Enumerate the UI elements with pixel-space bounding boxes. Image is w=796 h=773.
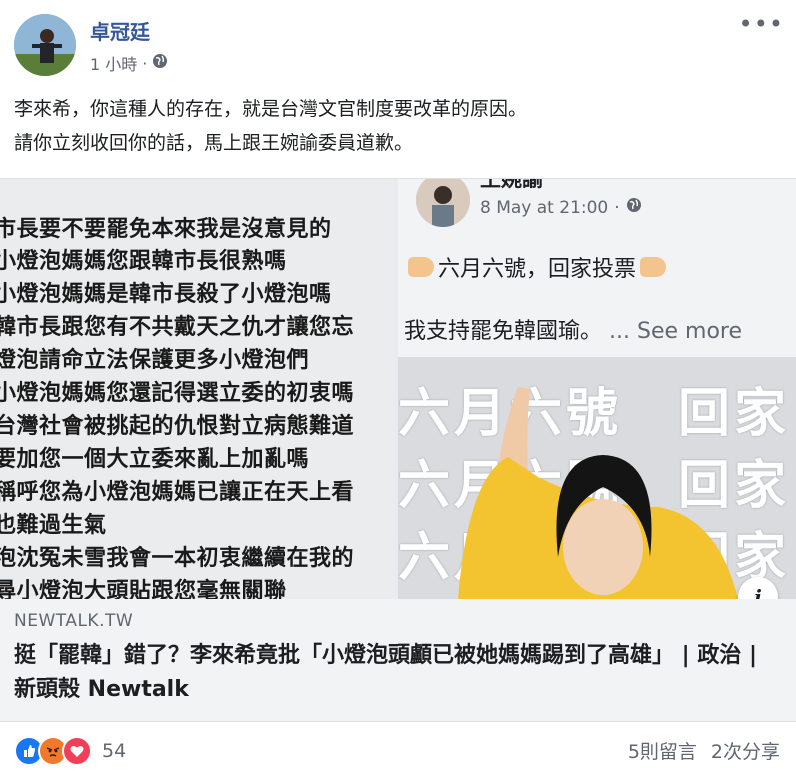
link-caption[interactable]: NEWTALK.TW 挺「罷韓」錯了？李來希竟批「小燈泡頭顱已被她媽媽踢到了高雄… xyxy=(0,599,796,722)
post-line-2: 請你立刻收回你的話，馬上跟王婉諭委員道歉。 xyxy=(14,132,414,154)
screenshot-line: 尋小燈泡大頭貼跟您毫無關聯 xyxy=(0,579,287,599)
screenshot-line: 也難過生氣 xyxy=(0,513,107,538)
globe-icon[interactable] xyxy=(152,53,168,73)
preview-image[interactable]: 市長要不要罷免本來我是沒意見的 小燈泡媽媽您跟韓市長很熟嗎 小燈泡媽媽是韓市長殺… xyxy=(0,179,796,599)
reaction-count[interactable]: 54 xyxy=(102,740,126,762)
embedded-text: 六月六號，回家投票 xyxy=(438,257,637,282)
screenshot-line: 稱呼您為小燈泡媽媽已讓正在天上看 xyxy=(0,480,355,505)
screenshot-line: 小燈泡媽媽是韓市長殺了小燈泡嗎 xyxy=(0,282,332,307)
engagement-stats: 5則留言 2次分享 xyxy=(628,737,780,764)
post-header: 卓冠廷 1 小時 · ••• xyxy=(0,0,796,90)
more-options-button[interactable]: ••• xyxy=(739,10,784,38)
screenshot-line: 泡沈冤未雪我會一本初衷繼續在我的 xyxy=(0,546,355,571)
post-timestamp[interactable]: 1 小時 xyxy=(90,51,137,75)
pointing-hand-icon xyxy=(408,257,434,277)
screenshot-line: 要加您一個大立委來亂上加亂嗎 xyxy=(0,447,310,472)
comment-screenshot: 市長要不要罷免本來我是沒意見的 小燈泡媽媽您跟韓市長很熟嗎 小燈泡媽媽是韓市長殺… xyxy=(0,179,394,599)
love-reaction-icon xyxy=(62,736,92,766)
campaign-photo: 六月六號 回家 六月六號 回家 六月六號 回家 xyxy=(398,357,796,599)
see-more-link: ... See more xyxy=(609,319,743,344)
link-headline[interactable]: 挺「罷韓」錯了？李來希竟批「小燈泡頭顱已被她媽媽踢到了高雄」 | 政治 | 新頭… xyxy=(14,639,774,707)
author-name[interactable]: 卓冠廷 xyxy=(90,16,150,45)
embedded-avatar xyxy=(416,179,470,227)
embedded-time-text: 8 May at 21:00 xyxy=(480,197,609,218)
pointing-hand-icon xyxy=(640,257,667,277)
embedded-author-name: 王婉諭 xyxy=(480,179,543,191)
globe-icon xyxy=(626,197,642,218)
person-figure xyxy=(458,387,738,599)
post-body: 李來希，你這種人的存在，就是台灣文官制度要改革的原因。 請你立刻收回你的話，馬上… xyxy=(14,92,784,160)
reactions-summary[interactable]: 54 xyxy=(14,736,126,766)
screenshot-line: 小燈泡媽媽您還記得選立委的初衷嗎 xyxy=(0,381,355,406)
screenshot-line: 市長要不要罷免本來我是沒意見的 xyxy=(0,217,332,242)
embedded-timestamp: 8 May at 21:00 · xyxy=(480,197,642,218)
post-footer: 54 5則留言 2次分享 xyxy=(0,722,796,773)
screenshot-line: 燈泡請命立法保護更多小燈泡們 xyxy=(0,348,310,373)
embedded-text-line-2: 我支持罷免韓國瑜。 ... See more xyxy=(404,313,742,345)
separator-dot: · xyxy=(614,197,620,218)
screenshot-line: 韓市長跟您有不共戴天之仇才讓您忘 xyxy=(0,315,355,340)
screenshot-line: 台灣社會被挑起的仇恨對立病態難道 xyxy=(0,414,355,439)
screenshot-line: 小燈泡媽媽您跟韓市長很熟嗎 xyxy=(0,249,287,274)
link-preview-card[interactable]: 市長要不要罷免本來我是沒意見的 小燈泡媽媽您跟韓市長很熟嗎 小燈泡媽媽是韓市長殺… xyxy=(0,178,796,722)
link-domain: NEWTALK.TW xyxy=(14,611,134,631)
embedded-text-line-1: 六月六號，回家投票 xyxy=(408,251,667,283)
comments-count-link[interactable]: 5則留言 xyxy=(628,737,697,764)
embedded-post-screenshot: 王婉諭 8 May at 21:00 · 六月六號，回家投票 我支持罷免韓國瑜。… xyxy=(398,179,796,599)
author-avatar[interactable] xyxy=(14,14,76,76)
shares-count-link[interactable]: 2次分享 xyxy=(711,737,780,764)
post-meta: 1 小時 · xyxy=(90,51,168,75)
post-line-1: 李來希，你這種人的存在，就是台灣文官制度要改革的原因。 xyxy=(14,98,528,120)
separator-dot: · xyxy=(142,53,148,73)
embedded-text: 我支持罷免韓國瑜。 xyxy=(404,319,603,344)
